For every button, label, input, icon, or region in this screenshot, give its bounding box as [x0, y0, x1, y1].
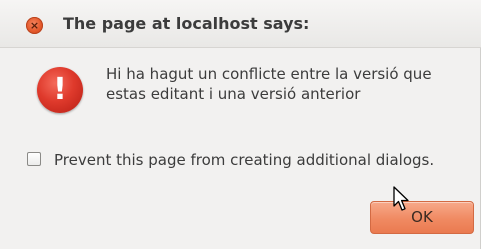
close-glyph: × [29, 19, 40, 32]
ok-button[interactable]: OK [370, 201, 474, 234]
error-icon-glyph: ! [53, 72, 67, 107]
prevent-dialogs-checkbox[interactable] [27, 152, 41, 166]
alert-dialog: × The page at localhost says: ! Hi ha ha… [0, 0, 481, 249]
ok-button-label: OK [411, 208, 433, 226]
prevent-dialogs-label[interactable]: Prevent this page from creating addition… [54, 150, 434, 170]
close-icon[interactable]: × [26, 17, 43, 34]
dialog-title: The page at localhost says: [63, 14, 310, 33]
message-line: estas editant i una versió anterior [106, 85, 361, 103]
dialog-message: Hi ha hagut un conflicte entre la versió… [106, 64, 476, 104]
mouse-pointer-icon [393, 186, 409, 211]
message-line: Hi ha hagut un conflicte entre la versió… [106, 65, 432, 83]
error-icon: ! [37, 67, 83, 113]
dialog-titlebar: × The page at localhost says: [0, 0, 481, 48]
